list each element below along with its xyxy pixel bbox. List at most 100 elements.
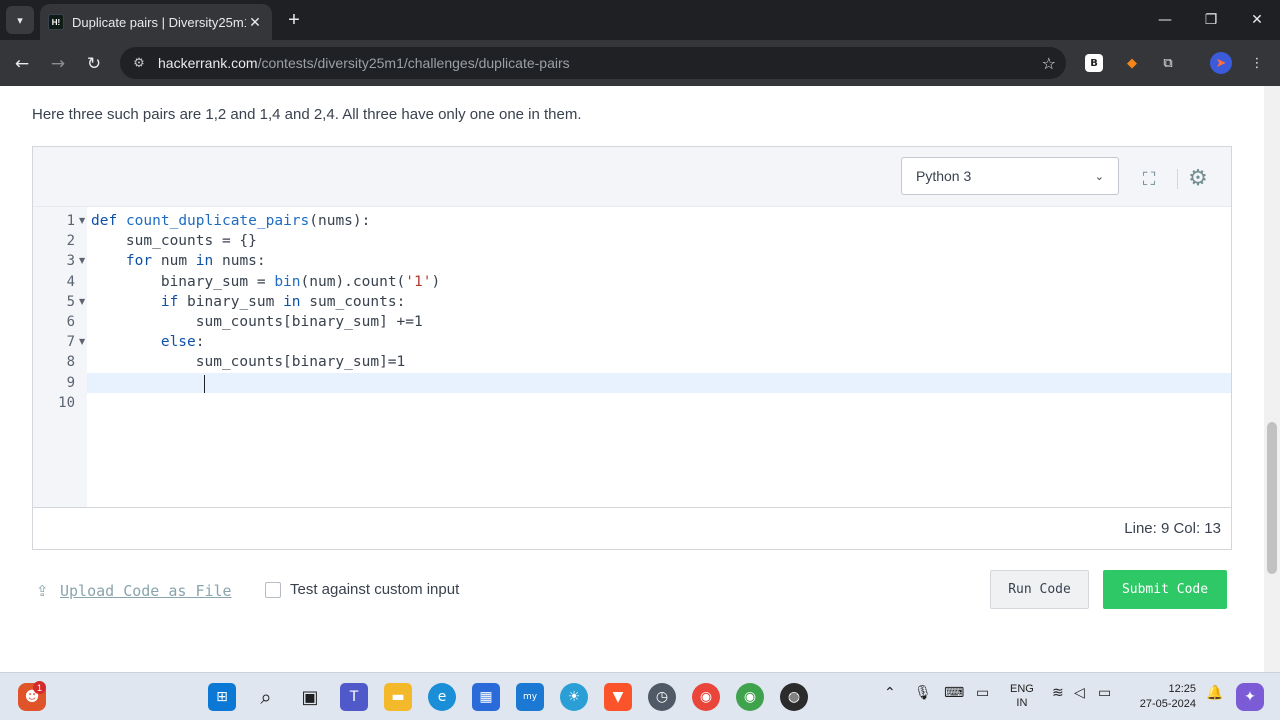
brave-icon[interactable]: ▼ [604,683,632,711]
code-text: if binary_sum in sum_counts: [160,293,406,310]
clock-app-icon[interactable]: ◷ [648,683,676,711]
submit-code-button[interactable]: Submit Code [1103,570,1227,609]
back-arrow-icon[interactable]: ← [8,50,36,78]
site-info-icon[interactable]: ⚙ [128,56,150,71]
text-cursor [203,374,205,393]
upload-code-link[interactable]: ⇪ Upload Code as File [36,582,232,600]
system-clock[interactable]: 12:25 27-05-2024 [1130,682,1196,712]
microphone-icon[interactable]: 🎙 [914,685,932,701]
new-tab-icon[interactable]: + [282,8,306,32]
minimize-icon[interactable]: — [1142,0,1188,40]
fullscreen-icon[interactable]: ⛶ [1137,167,1161,191]
custom-input-label: Test against custom input [290,581,460,598]
browser-tab-active[interactable]: H! Duplicate pairs | Diversity25m1 ✕ [40,4,272,40]
url-text: hackerrank.com/contests/diversity25m1/ch… [158,55,570,71]
line-number: 2 [66,233,75,250]
fold-arrow-icon[interactable]: ▼ [79,211,85,231]
search-icon[interactable]: ⌕ [252,683,280,711]
metamask-fox-icon[interactable]: ◆ [1121,52,1143,74]
bell-icon[interactable]: 🔔 [1206,685,1223,701]
code-text: for num in nums: [125,253,266,270]
code-text: sum_counts = {} [91,233,257,250]
chrome-icon[interactable]: ◉ [692,683,720,711]
chrome-profile-icon[interactable]: ◉ [736,683,764,711]
clock-date: 27-05-2024 [1139,698,1196,710]
language-indicator[interactable]: ENG IN [1010,682,1034,710]
extensions-puzzle-icon[interactable]: ⧉ [1157,52,1179,74]
reload-icon[interactable]: ↻ [80,50,108,78]
code-editor: Python 3 ⌄ ⛶ ⚙ 1 ▼ def count_duplicate_pai… [32,146,1232,550]
line-number: 1 [66,213,75,229]
fold-arrow-icon[interactable]: ▼ [79,332,85,352]
fold-arrow-icon[interactable]: ▼ [79,292,85,312]
code-text: def count_duplicate_pairs(nums): [91,213,371,229]
code-line[interactable]: 6 sum_counts[binary_sum] +=1 [67,312,1231,332]
code-line[interactable]: 7 ▼ else: [67,332,1231,352]
profile-avatar[interactable]: ➤ [1210,52,1232,74]
custom-input-option[interactable]: Test against custom input [265,581,459,598]
volume-icon[interactable]: ◁ [1074,685,1085,701]
obs-icon[interactable]: ◍ [780,683,808,711]
forward-arrow-icon[interactable]: → [44,50,72,78]
myhp-icon[interactable]: my [516,683,544,711]
line-number: 10 [58,394,75,411]
code-input-area[interactable]: 1 ▼ def count_duplicate_pairs(nums): 2 sum_… [58,207,1231,507]
page-content: Here three such pairs are 1,2 and 1,4 an… [0,86,1264,672]
page-scrollbar[interactable] [1264,86,1280,672]
code-text: sum_counts[binary_sum] +=1 [91,314,423,330]
extension-b-icon[interactable]: B [1085,54,1103,72]
line-number: 4 [66,273,75,290]
code-line[interactable]: 2 sum_counts = {} [67,231,1231,251]
edge-icon[interactable]: e [428,683,456,711]
code-text: else: [160,334,205,351]
problem-description: Here three such pairs are 1,2 and 1,4 an… [32,106,582,123]
task-view-icon[interactable]: ▣ [296,683,324,711]
windows-taskbar: ☻ 1 ⊞ ⌕ ▣ T ▬ e ▦ my ☀ ▼ ◷ ◉ ◉ ◍ ⌃ 🎙 ⌨ ▭… [0,672,1280,720]
code-line[interactable]: 8 sum_counts[binary_sum]=1 [67,352,1231,372]
code-line[interactable]: 9 [67,372,1231,393]
clock-time: 12:25 [1168,683,1196,695]
editor-status-bar: Line: 9 Col: 13 [33,507,1231,549]
tab-search-icon[interactable]: ▾ [6,6,34,34]
bookmark-star-icon[interactable]: ☆ [1042,54,1056,73]
code-line[interactable]: 4 binary_sum = bin(num).count('1') [67,272,1231,292]
line-number: 8 [66,354,75,371]
hackerrank-favicon-icon: H! [48,14,64,30]
custom-input-checkbox[interactable] [265,581,281,598]
line-number: 9 [66,374,75,391]
chevron-down-icon: ⌄ [1094,169,1104,183]
run-code-button[interactable]: Run Code [990,570,1089,609]
code-line[interactable]: 1 ▼ def count_duplicate_pairs(nums): [67,211,1231,231]
copilot-icon[interactable]: ✦ [1236,683,1264,711]
region-code: IN [1016,697,1028,709]
keyboard-icon[interactable]: ⌨ [944,685,964,701]
show-hidden-icons-icon[interactable]: ⌃ [884,685,896,701]
close-tab-icon[interactable]: ✕ [246,14,264,31]
start-icon[interactable]: ⊞ [208,683,236,711]
line-col-indicator: Line: 9 Col: 13 [1124,520,1221,537]
language-select[interactable]: Python 3 ⌄ [901,157,1119,195]
code-line[interactable]: 5 ▼ if binary_sum in sum_counts: [67,292,1231,312]
fold-arrow-icon[interactable]: ▼ [79,251,85,271]
battery-icon[interactable]: ▭ [1098,685,1111,701]
teams-icon[interactable]: T [340,683,368,711]
file-explorer-icon[interactable]: ▬ [384,683,412,711]
code-line[interactable]: 3 ▼ for num in nums: [67,251,1231,271]
address-bar[interactable]: ⚙ hackerrank.com/contests/diversity25m1/… [120,47,1066,79]
code-line[interactable]: 10 [58,393,1231,413]
gear-icon[interactable]: ⚙ [1185,165,1211,191]
window-close-icon[interactable]: ✕ [1234,0,1280,40]
display-icon[interactable]: ▭ [976,685,989,701]
line-number: 3 [66,253,75,270]
browser-menu-icon[interactable]: ⋮ [1246,52,1268,74]
notification-badge: 1 [33,681,46,694]
tab-title: Duplicate pairs | Diversity25m1 [72,14,246,30]
wifi-icon[interactable]: ≋ [1052,685,1064,701]
restore-icon[interactable]: ❐ [1188,0,1234,40]
scrollbar-thumb[interactable] [1267,422,1277,574]
store-icon[interactable]: ▦ [472,683,500,711]
weather-icon[interactable]: ☀ [560,683,588,711]
upload-code-label: Upload Code as File [60,582,232,600]
editor-header: Python 3 ⌄ ⛶ ⚙ [33,147,1231,207]
language-value: Python 3 [916,168,972,184]
